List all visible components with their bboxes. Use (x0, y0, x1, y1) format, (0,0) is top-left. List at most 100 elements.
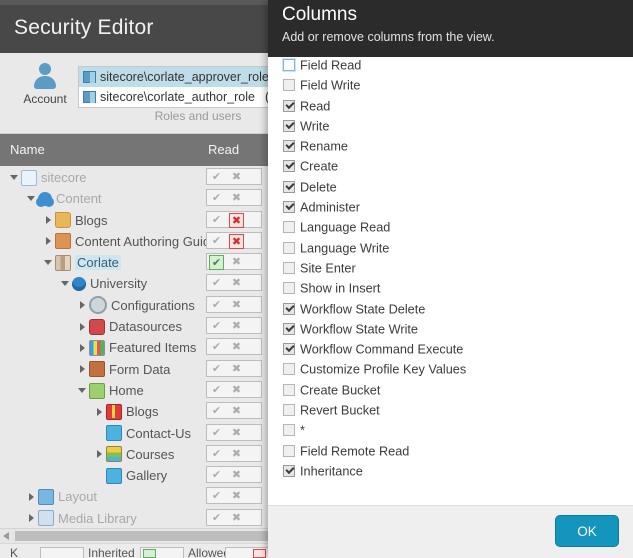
column-option-row[interactable]: Site Enter (268, 260, 633, 280)
tree-node[interactable]: Datasources (78, 315, 182, 336)
expand-collapse-right-icon[interactable] (44, 215, 54, 225)
column-option-row[interactable]: * (268, 422, 633, 442)
column-option-row[interactable]: Read (268, 98, 633, 118)
deny-cross-icon[interactable]: ✖ (229, 255, 244, 270)
permission-cell-read[interactable]: ✔ ✖ (206, 402, 262, 420)
deny-cross-icon[interactable]: ✖ (229, 447, 244, 462)
allow-checkmark-icon[interactable]: ✔ (209, 489, 224, 504)
tree-node[interactable]: Blogs (95, 400, 159, 421)
expand-collapse-right-icon[interactable] (44, 236, 54, 246)
column-option-row[interactable]: Field Write (268, 77, 633, 97)
deny-cross-icon[interactable]: ✖ (229, 404, 244, 419)
column-header-name[interactable]: Name (10, 142, 45, 157)
column-option-row[interactable]: Field Read (268, 57, 633, 77)
column-option-row[interactable]: Revert Bucket (268, 402, 633, 422)
column-option-checkbox[interactable] (283, 119, 295, 132)
allow-checkmark-icon[interactable]: ✔ (209, 170, 224, 185)
column-option-checkbox[interactable] (283, 282, 295, 295)
tree-node[interactable]: Blogs (44, 209, 108, 230)
expand-collapse-down-icon[interactable] (10, 173, 20, 183)
allow-checkmark-icon[interactable]: ✔ (209, 404, 224, 419)
column-option-row[interactable]: Language Read (268, 219, 633, 239)
tree-node[interactable]: Content (27, 187, 102, 208)
allow-checkmark-icon[interactable]: ✔ (209, 234, 224, 249)
columns-options-list[interactable]: Field Read Field Write Read Write Rename Crea… (268, 57, 633, 505)
allow-checkmark-icon[interactable]: ✔ (209, 447, 224, 462)
deny-cross-icon[interactable]: ✖ (229, 212, 244, 228)
tree-node[interactable]: Content Authoring Guide (44, 230, 217, 251)
allow-checkmark-icon[interactable]: ✔ (209, 340, 224, 355)
deny-cross-icon[interactable]: ✖ (229, 191, 244, 206)
permission-cell-read[interactable]: ✔ ✖ (206, 295, 262, 313)
deny-cross-icon[interactable]: ✖ (229, 233, 244, 249)
allow-checkmark-icon[interactable]: ✔ (209, 383, 224, 398)
scroll-left-arrow-icon[interactable] (3, 532, 9, 540)
permission-cell-read[interactable]: ✔ ✖ (206, 253, 262, 271)
tree-node[interactable]: University (61, 272, 147, 293)
allow-checkmark-icon[interactable]: ✔ (209, 255, 224, 271)
allow-checkmark-icon[interactable]: ✔ (209, 213, 224, 228)
expand-collapse-right-icon[interactable] (78, 343, 88, 353)
column-option-checkbox[interactable] (283, 464, 295, 477)
column-option-checkbox[interactable] (283, 59, 295, 71)
permission-cell-read[interactable]: ✔ ✖ (206, 274, 262, 292)
deny-cross-icon[interactable]: ✖ (229, 489, 244, 504)
deny-cross-icon[interactable]: ✖ (229, 170, 244, 185)
column-option-checkbox[interactable] (283, 241, 295, 254)
expand-collapse-right-icon[interactable] (78, 364, 88, 374)
expand-collapse-right-icon[interactable] (95, 449, 105, 459)
tree-node[interactable]: sitecore (10, 166, 87, 187)
tree-node[interactable]: Featured Items (78, 336, 196, 357)
deny-cross-icon[interactable]: ✖ (229, 319, 244, 334)
column-option-checkbox[interactable] (283, 79, 295, 92)
column-option-row[interactable]: Create (268, 158, 633, 178)
permission-cell-read[interactable]: ✔ ✖ (206, 380, 262, 398)
deny-cross-icon[interactable]: ✖ (229, 298, 244, 313)
tree-node[interactable]: Corlate (44, 251, 121, 272)
column-option-row[interactable]: Workflow Command Execute (268, 341, 633, 361)
permission-cell-read[interactable]: ✔ ✖ (206, 359, 262, 377)
deny-cross-icon[interactable]: ✖ (229, 362, 244, 377)
permission-cell-read[interactable]: ✔ ✖ (206, 487, 262, 505)
column-option-row[interactable]: Show in Insert (268, 280, 633, 300)
column-option-checkbox[interactable] (283, 383, 295, 396)
column-option-checkbox[interactable] (283, 363, 295, 376)
column-option-row[interactable]: Create Bucket (268, 382, 633, 402)
permission-cell-read[interactable]: ✔ ✖ (206, 423, 262, 441)
column-option-checkbox[interactable] (283, 322, 295, 335)
column-option-row[interactable]: Workflow State Delete (268, 301, 633, 321)
column-option-checkbox[interactable] (283, 140, 295, 153)
column-header-read[interactable]: Read (208, 142, 239, 157)
expand-collapse-down-icon[interactable] (61, 279, 71, 289)
expand-collapse-right-icon[interactable] (27, 492, 37, 502)
allow-checkmark-icon[interactable]: ✔ (209, 298, 224, 313)
column-option-row[interactable]: Delete (268, 179, 633, 199)
column-option-checkbox[interactable] (283, 404, 295, 417)
column-option-checkbox[interactable] (283, 343, 295, 356)
permission-cell-read[interactable]: ✔ ✖ (206, 210, 262, 228)
allow-checkmark-icon[interactable]: ✔ (209, 191, 224, 206)
deny-cross-icon[interactable]: ✖ (229, 276, 244, 291)
column-option-checkbox[interactable] (283, 302, 295, 315)
tree-node[interactable]: Courses (95, 443, 174, 464)
deny-cross-icon[interactable]: ✖ (229, 511, 244, 526)
expand-collapse-right-icon[interactable] (78, 300, 88, 310)
column-option-row[interactable]: Workflow State Write (268, 321, 633, 341)
deny-cross-icon[interactable]: ✖ (229, 426, 244, 441)
permission-cell-read[interactable]: ✔ ✖ (206, 231, 262, 249)
column-option-checkbox[interactable] (283, 180, 295, 193)
tree-node[interactable]: Gallery (95, 464, 167, 485)
column-option-row[interactable]: Rename (268, 138, 633, 158)
expand-collapse-right-icon[interactable] (78, 322, 88, 332)
tree-node[interactable]: Home (78, 379, 144, 400)
column-option-checkbox[interactable] (283, 221, 295, 234)
column-option-checkbox[interactable] (283, 261, 295, 274)
expand-collapse-down-icon[interactable] (27, 194, 37, 204)
permission-cell-read[interactable]: ✔ ✖ (206, 508, 262, 526)
column-option-row[interactable]: Write (268, 118, 633, 138)
column-option-checkbox[interactable] (283, 99, 295, 112)
column-option-checkbox[interactable] (283, 444, 295, 457)
column-option-checkbox[interactable] (283, 424, 295, 437)
expand-collapse-down-icon[interactable] (78, 386, 88, 396)
allow-checkmark-icon[interactable]: ✔ (209, 511, 224, 526)
